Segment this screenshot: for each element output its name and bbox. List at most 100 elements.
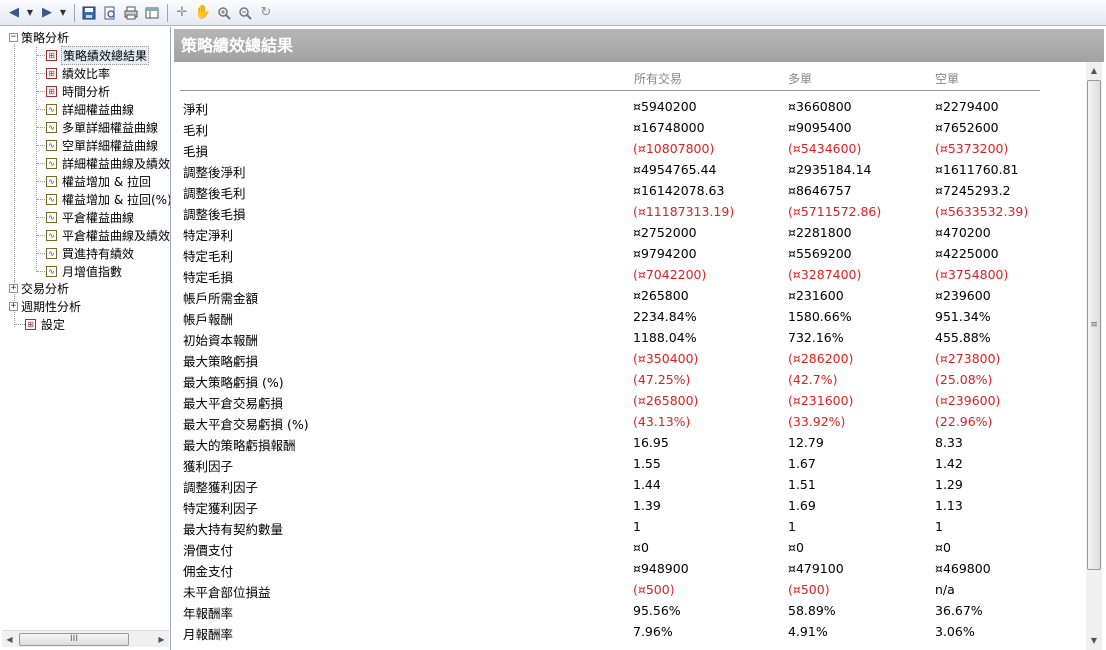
tree-node-periodic-analysis[interactable]: + 週期性分析 (9, 297, 82, 315)
chart-icon: ∿ (46, 175, 57, 187)
reset-icon[interactable]: ↻ (256, 3, 276, 23)
tree-node-settings[interactable]: ⊞ 設定 (25, 315, 66, 333)
expand-icon[interactable]: + (9, 283, 18, 293)
cell-short: (¤3754800) (935, 267, 1009, 282)
cell-long: ¤479100 (788, 561, 844, 576)
tree-item[interactable]: ∿ 買進持有績效 (46, 244, 135, 262)
tree-item-label: 買進持有績效 (62, 246, 135, 261)
tree-horizontal-scrollbar[interactable]: ◀ III ▶ (2, 630, 169, 647)
cell-all: ¤265800 (633, 288, 689, 303)
tree-item[interactable]: ∿ 平倉權益曲線及績效 (46, 226, 170, 244)
tree-node-trade-analysis[interactable]: + 交易分析 (9, 279, 70, 297)
row-label: 滑價支付 (183, 543, 234, 558)
cell-long: ¤0 (788, 540, 804, 555)
chart-icon: ∿ (46, 247, 57, 259)
table-row: 調整後毛損 (¤11187313.19) (¤5711572.86) (¤563353… (174, 204, 1074, 224)
cell-all: 1188.04% (633, 330, 697, 345)
cell-all: 1.44 (633, 477, 661, 492)
row-label: 特定毛損 (183, 270, 234, 285)
column-header-long: 多單 (788, 72, 813, 86)
tree-item[interactable]: ∿ 平倉權益曲線 (46, 208, 135, 226)
cell-all: (43.13%) (633, 414, 691, 429)
tree-item[interactable]: ⊞ 時間分析 (46, 82, 111, 100)
cell-long: (¤286200) (788, 351, 854, 366)
cell-short: ¤7245293.2 (935, 183, 1011, 198)
cell-all: 1 (633, 519, 641, 534)
tree-line (37, 73, 45, 74)
tree-line (37, 181, 45, 182)
cell-long: ¤231600 (788, 288, 844, 303)
report-vertical-scrollbar[interactable]: ▲ ≡ ▼ (1086, 62, 1102, 650)
table-row: 特定毛損 (¤7042200) (¤3287400) (¤3754800) (174, 267, 1074, 287)
scroll-grip-label: ≡ (1090, 320, 1098, 330)
tree-item[interactable]: ∿ 空單詳細權益曲線 (46, 136, 159, 154)
tree-item[interactable]: ∿ 權益增加 & 拉回 (46, 172, 152, 190)
row-label: 年報酬率 (183, 606, 234, 621)
tree-line (37, 109, 45, 110)
zoom-out-icon[interactable] (235, 3, 255, 23)
row-label: 調整後毛利 (183, 186, 246, 201)
table-row: 帳戶報酬 2234.84% 1580.66% 951.34% (174, 309, 1074, 329)
table-icon[interactable] (142, 3, 162, 23)
scroll-left-icon[interactable]: ◀ (2, 635, 17, 644)
forward-icon[interactable]: ▶ (37, 3, 57, 23)
row-label: 最大持有契約數量 (183, 522, 284, 537)
row-label: 佣金支付 (183, 564, 234, 579)
cell-all: (¤10807800) (633, 141, 715, 156)
table-row: 佣金支付 ¤948900 ¤479100 ¤469800 (174, 561, 1074, 581)
cell-all: 16.95 (633, 435, 669, 450)
table-row: 毛損 (¤10807800) (¤5434600) (¤5373200) (174, 141, 1074, 161)
chart-icon: ∿ (46, 265, 57, 277)
scroll-thumb[interactable]: ≡ (1087, 80, 1101, 570)
row-label: 調整後淨利 (183, 165, 246, 180)
toolbar-separator (167, 3, 168, 22)
row-label: 最大平倉交易虧損 (%) (183, 417, 309, 432)
tree-node-label: 週期性分析 (21, 299, 82, 314)
tree-item[interactable]: ⊞ 策略績效總結果 (46, 45, 150, 65)
forward-dropdown-icon[interactable]: ▼ (58, 3, 68, 23)
expand-icon[interactable]: + (9, 301, 18, 311)
tree-item[interactable]: ∿ 多單詳細權益曲線 (46, 118, 159, 136)
row-label: 最大平倉交易虧損 (183, 396, 284, 411)
table-row: 特定淨利 ¤2752000 ¤2281800 ¤470200 (174, 225, 1074, 245)
print-preview-icon[interactable] (100, 3, 120, 23)
table-row: 毛利 ¤16748000 ¤9095400 ¤7652600 (174, 120, 1074, 140)
crosshair-icon[interactable]: ✛ (172, 3, 192, 23)
tree-line (15, 324, 25, 325)
cell-long: ¤3660800 (788, 99, 852, 114)
zoom-in-icon[interactable] (214, 3, 234, 23)
save-icon[interactable] (79, 3, 99, 23)
report-title: 策略績效總結果 (174, 29, 1104, 62)
scroll-up-icon[interactable]: ▲ (1086, 64, 1102, 78)
tree-line (37, 235, 45, 236)
collapse-icon[interactable]: − (9, 32, 18, 42)
tree-item[interactable]: ∿ 詳細權益曲線及績效 (46, 154, 170, 172)
pan-icon[interactable]: ✋ (193, 3, 213, 23)
cell-long: (¤5434600) (788, 141, 862, 156)
chart-icon: ∿ (46, 157, 57, 169)
scroll-thumb[interactable]: III (19, 632, 129, 646)
cell-long: 12.79 (788, 435, 824, 450)
toolbar: ◀ ▼ ▶ ▼ ✛ ✋ ↻ (0, 0, 1106, 26)
cell-short: 1.13 (935, 498, 963, 513)
tree-item[interactable]: ∿ 權益增加 & 拉回(%) (46, 190, 170, 208)
cell-short: 455.88% (935, 330, 991, 345)
report-content: 所有交易 多單 空單 淨利 ¤5940200 ¤3660800 ¤2279400 毛利 ¤… (174, 62, 1086, 650)
tree-node-strategy-analysis[interactable]: − 策略分析 (9, 28, 70, 46)
tree-item[interactable]: ⊞ 績效比率 (46, 64, 111, 82)
cell-all: ¤9794200 (633, 246, 697, 261)
tree-item[interactable]: ∿ 月增值指數 (46, 262, 123, 280)
scroll-right-icon[interactable]: ▶ (154, 635, 169, 644)
back-icon[interactable]: ◀ (4, 3, 24, 23)
cell-all: ¤16142078.63 (633, 183, 725, 198)
tree-item[interactable]: ∿ 詳細權益曲線 (46, 100, 135, 118)
back-dropdown-icon[interactable]: ▼ (25, 3, 35, 23)
table-row: 最大持有契約數量 1 1 1 (174, 519, 1074, 539)
cell-long: ¤2281800 (788, 225, 852, 240)
row-label: 未平倉部位損益 (183, 585, 271, 600)
cell-short: 951.34% (935, 309, 991, 324)
scroll-down-icon[interactable]: ▼ (1086, 634, 1102, 648)
print-icon[interactable] (121, 3, 141, 23)
cell-long: (33.92%) (788, 414, 846, 429)
tree-line (37, 271, 45, 272)
